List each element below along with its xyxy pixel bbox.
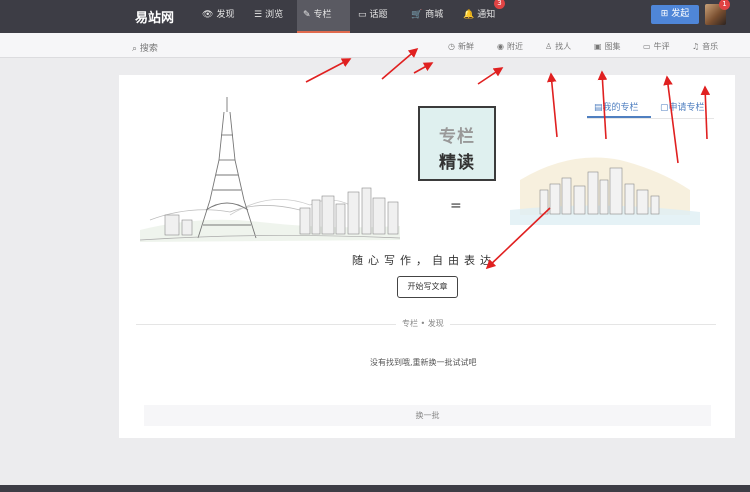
badge-line1: 专栏 bbox=[439, 127, 475, 147]
column-badge: 专栏 精读 bbox=[418, 106, 496, 181]
tab-divider bbox=[587, 118, 714, 119]
tab-my-column[interactable]: ▤我的专栏 bbox=[594, 100, 639, 113]
refresh-button[interactable]: 换一批 bbox=[144, 405, 711, 426]
tab-apply-column[interactable]: ▢申请专栏 bbox=[660, 100, 705, 113]
tab-label: 申请专栏 bbox=[668, 103, 705, 113]
badge-line2: 精读 bbox=[439, 153, 475, 173]
slogan: 随心写作，自由表达 bbox=[352, 254, 496, 267]
empty-message: 没有找到哦,重新换一批试试吧 bbox=[370, 358, 477, 367]
eiffel-tower-illustration bbox=[197, 97, 257, 239]
document-icon: ▤ bbox=[594, 103, 603, 113]
equals-decoration: = bbox=[450, 198, 462, 214]
footer-bar bbox=[0, 485, 750, 492]
tab-label: 我的专栏 bbox=[602, 103, 639, 113]
edit-doc-icon: ▢ bbox=[660, 103, 669, 113]
start-writing-button[interactable]: 开始写文章 bbox=[397, 276, 458, 298]
section-label: 专栏 • 发现 bbox=[396, 318, 450, 329]
